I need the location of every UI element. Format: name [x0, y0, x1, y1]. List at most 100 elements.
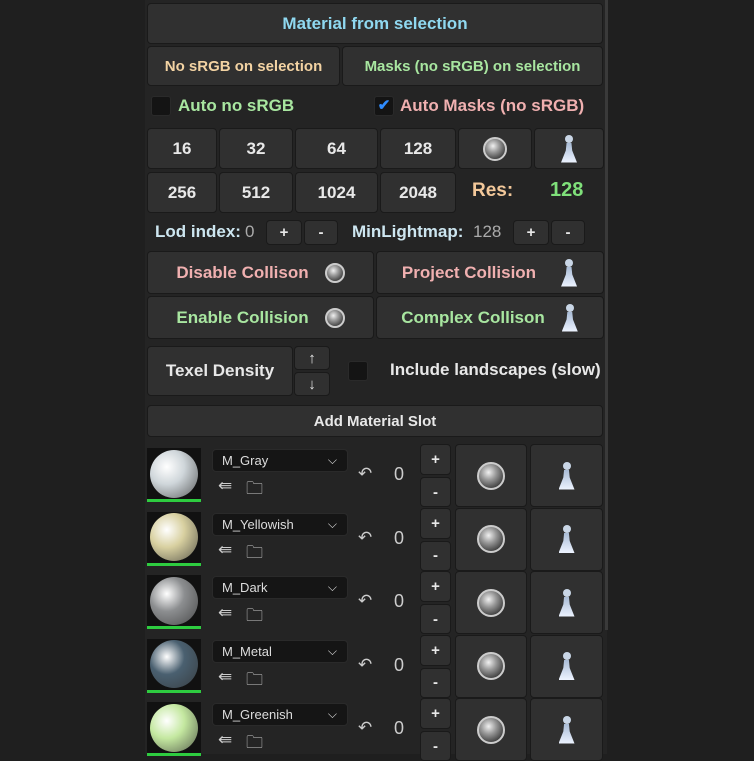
material-apply-mesh-button[interactable] [530, 444, 603, 507]
res-2048-button[interactable]: 2048 [380, 172, 456, 213]
project-collision-label: Project Collision [401, 262, 537, 282]
pawn-icon [561, 303, 579, 332]
include-landscapes-label: Include landscapes (slow) [390, 360, 601, 379]
disable-collision-button[interactable]: Disable Collison [147, 251, 374, 294]
material-lod-value: 0 [394, 591, 405, 611]
material-dropdown[interactable]: M_Metal ⌵ [212, 639, 348, 663]
auto-masks-checkbox[interactable]: ✔ [374, 96, 394, 116]
browse-folder-icon[interactable]: 🗀 [246, 540, 263, 569]
lod-index-label: Lod index: [155, 222, 241, 241]
material-plus-button[interactable]: + [420, 634, 451, 666]
res-label: Res: [472, 180, 514, 201]
material-thumbnail [147, 702, 201, 756]
use-selected-icon[interactable]: ⇚ [218, 540, 232, 560]
apply-mesh-button[interactable] [534, 128, 604, 169]
material-minus-button[interactable]: - [420, 604, 451, 634]
material-dropdown[interactable]: M_Gray ⌵ [212, 449, 348, 472]
masks-no-srgb-button[interactable]: Masks (no sRGB) on selection [342, 46, 603, 86]
apply-material-button[interactable] [458, 128, 532, 169]
material-plus-button[interactable]: + [420, 698, 451, 729]
res-1024-button[interactable]: 1024 [295, 172, 378, 213]
material-apply-mesh-button[interactable] [530, 634, 603, 698]
auto-no-srgb-checkbox[interactable] [151, 96, 171, 116]
material-plus-button[interactable]: + [420, 444, 451, 475]
min-lightmap-label: MinLightmap: [352, 222, 464, 241]
pawn-icon [558, 652, 576, 680]
browse-folder-icon[interactable]: 🗀 [246, 476, 263, 505]
material-thumbnail [147, 638, 201, 693]
material-name: M_Dark [222, 580, 268, 595]
pawn-icon [558, 588, 576, 617]
res-128-button[interactable]: 128 [380, 128, 456, 169]
material-plus-button[interactable]: + [420, 507, 451, 539]
material-name: M_Gray [222, 453, 269, 468]
use-selected-icon[interactable]: ⇚ [218, 667, 232, 687]
use-selected-icon[interactable]: ⇚ [218, 730, 232, 750]
reset-arrow-icon[interactable]: ↶ [358, 464, 372, 484]
no-srgb-button[interactable]: No sRGB on selection [147, 46, 340, 86]
auto-masks-label: Auto Masks (no sRGB) [400, 96, 585, 115]
material-minus-button[interactable]: - [420, 667, 451, 698]
material-apply-mesh-button[interactable] [530, 507, 603, 571]
texel-down-button[interactable]: ↓ [294, 372, 330, 396]
res-32-button[interactable]: 32 [219, 128, 293, 169]
res-64-button[interactable]: 64 [295, 128, 378, 169]
pawn-icon [560, 258, 578, 287]
material-dropdown[interactable]: M_Greenish ⌵ [212, 703, 348, 726]
project-collision-button[interactable]: Project Collision [376, 251, 604, 294]
chevron-down-icon: ⌵ [327, 516, 337, 531]
material-apply-mesh-button[interactable] [530, 698, 603, 761]
chevron-down-icon: ⌵ [327, 643, 337, 658]
res-16-button[interactable]: 16 [147, 128, 217, 169]
browse-folder-icon[interactable]: 🗀 [246, 730, 263, 759]
pawn-icon [558, 715, 576, 744]
material-minus-button[interactable]: - [420, 477, 451, 507]
material-name: M_Metal [222, 643, 272, 659]
material-apply-sphere-button[interactable] [455, 634, 527, 698]
material-plus-button[interactable]: + [420, 571, 451, 602]
reset-arrow-icon[interactable]: ↶ [358, 591, 372, 611]
lod-index-value: 0 [245, 222, 255, 241]
material-thumbnail [147, 511, 201, 566]
lod-minus-button[interactable]: - [304, 220, 338, 245]
use-selected-icon[interactable]: ⇚ [218, 603, 232, 623]
material-thumbnail [147, 448, 201, 502]
res-256-button[interactable]: 256 [147, 172, 217, 213]
material-lod-value: 0 [394, 718, 405, 738]
include-landscapes-checkbox[interactable] [348, 361, 368, 381]
material-from-selection-button[interactable]: Material from selection [147, 3, 603, 44]
material-name: M_Greenish [222, 707, 293, 722]
enable-collision-button[interactable]: Enable Collision [147, 296, 374, 339]
texel-density-button[interactable]: Texel Density [147, 346, 293, 396]
sphere-icon [324, 262, 345, 283]
material-minus-button[interactable]: - [420, 540, 451, 571]
material-dropdown[interactable]: M_Dark ⌵ [212, 576, 348, 599]
auto-no-srgb-label: Auto no sRGB [178, 96, 295, 115]
material-apply-sphere-button[interactable] [455, 444, 527, 507]
material-apply-sphere-button[interactable] [455, 507, 527, 571]
material-thumbnail [147, 575, 201, 629]
sphere-icon [477, 525, 505, 553]
material-apply-mesh-button[interactable] [530, 571, 603, 634]
use-selected-icon[interactable]: ⇚ [218, 476, 232, 496]
add-material-slot-button[interactable]: Add Material Slot [147, 405, 603, 437]
res-512-button[interactable]: 512 [219, 172, 293, 213]
browse-folder-icon[interactable]: 🗀 [246, 667, 263, 696]
material-lod-value: 0 [394, 654, 405, 675]
texel-up-button[interactable]: ↑ [294, 346, 330, 370]
reset-arrow-icon[interactable]: ↶ [358, 655, 372, 675]
chevron-down-icon: ⌵ [327, 580, 337, 594]
scrollbar[interactable] [605, 0, 608, 630]
material-apply-sphere-button[interactable] [455, 698, 527, 761]
reset-arrow-icon[interactable]: ↶ [358, 718, 372, 738]
material-minus-button[interactable]: - [420, 731, 451, 761]
material-dropdown[interactable]: M_Yellowish ⌵ [212, 512, 348, 536]
browse-folder-icon[interactable]: 🗀 [246, 603, 263, 632]
min-lightmap-plus-button[interactable]: + [513, 220, 549, 245]
material-apply-sphere-button[interactable] [455, 571, 527, 634]
reset-arrow-icon[interactable]: ↶ [358, 528, 372, 548]
chevron-down-icon: ⌵ [327, 453, 337, 467]
lod-plus-button[interactable]: + [266, 220, 302, 245]
complex-collision-button[interactable]: Complex Collison [376, 296, 604, 339]
min-lightmap-minus-button[interactable]: - [551, 220, 585, 245]
